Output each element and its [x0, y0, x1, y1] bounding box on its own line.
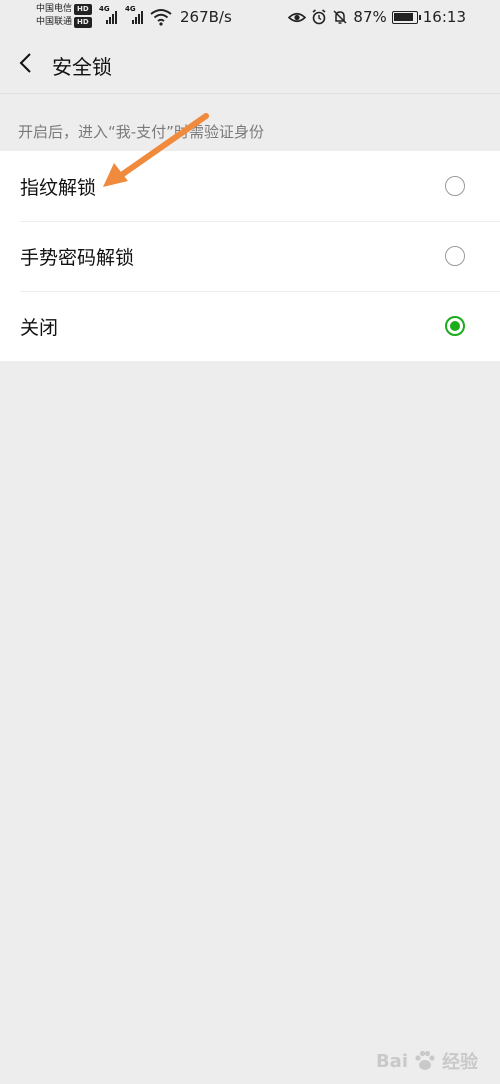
baidu-watermark: Bai 经验 — [376, 1048, 478, 1074]
radio-unchecked-icon[interactable] — [445, 176, 465, 196]
eye-icon — [288, 12, 307, 22]
option-gesture-unlock[interactable]: 手势密码解锁 — [0, 221, 500, 291]
wifi-icon — [150, 9, 172, 26]
nav-bar: 安全锁 — [0, 34, 500, 94]
chevron-left-icon — [19, 53, 31, 73]
carrier-info: 中国电信 HD 中国联通 HD — [36, 3, 92, 29]
watermark-suffix: 经验 — [442, 1052, 478, 1073]
clock: 16:13 — [422, 8, 466, 26]
page-title: 安全锁 — [52, 55, 112, 79]
option-label: 手势密码解锁 — [20, 246, 135, 269]
option-label: 指纹解锁 — [20, 176, 97, 199]
alarm-icon — [312, 9, 326, 25]
battery-percent: 87% — [353, 8, 387, 26]
signal-2-icon: 4G — [125, 5, 143, 24]
hint-text: 开启后，进入“我-支付”时需验证身份 — [18, 123, 264, 141]
carrier-1-label: 中国电信 — [36, 4, 73, 14]
battery-icon — [391, 10, 421, 24]
radio-unchecked-icon[interactable] — [445, 246, 465, 266]
status-bar: 中国电信 HD 中国联通 HD 4G 4G 267B/s 87% 16:13 — [0, 0, 500, 34]
hd-badge: HD — [74, 4, 92, 15]
net-speed: 267B/s — [180, 8, 232, 26]
lock-options-list: 指纹解锁 手势密码解锁 关闭 — [0, 151, 500, 361]
signal-1-icon: 4G — [99, 5, 117, 24]
watermark-brand: Bai — [375, 1050, 408, 1072]
option-label: 关闭 — [20, 316, 59, 339]
option-fingerprint-unlock[interactable]: 指纹解锁 — [0, 151, 500, 221]
paw-logo-icon — [415, 1050, 435, 1070]
option-off[interactable]: 关闭 — [0, 291, 500, 361]
back-button[interactable] — [10, 48, 40, 78]
bell-muted-icon — [333, 10, 347, 24]
carrier-2-label: 中国联通 — [36, 17, 73, 27]
radio-checked-icon[interactable] — [445, 316, 465, 336]
hd-badge: HD — [74, 17, 92, 28]
